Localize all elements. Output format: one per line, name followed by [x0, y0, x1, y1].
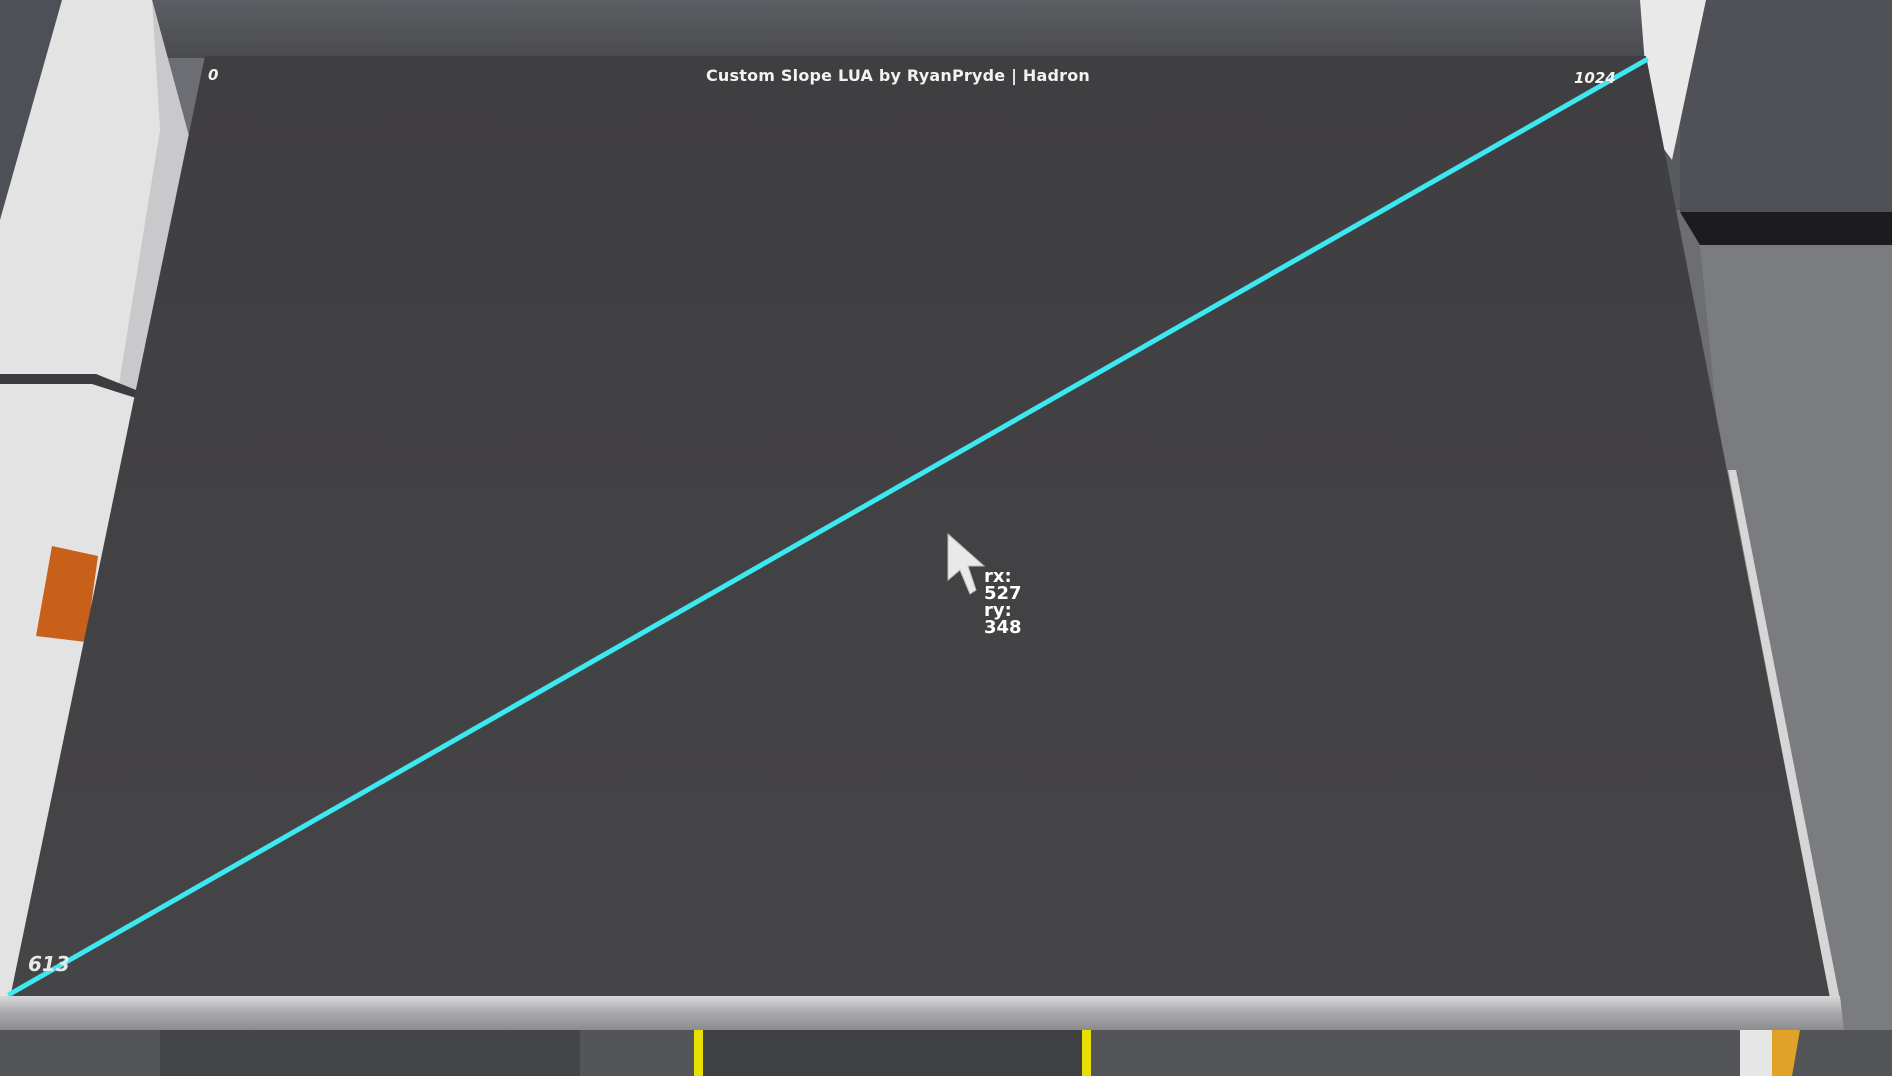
- screen-panel: [10, 56, 1830, 998]
- lower-floor-slot: [160, 1030, 580, 1076]
- corner-label-top-right: 1024: [1574, 69, 1616, 87]
- yellow-marker-left: [694, 1030, 703, 1076]
- right-wall-shadow: [1680, 212, 1892, 245]
- screen-title: Custom Slope LUA by RyanPryde | Hadron: [705, 66, 1090, 85]
- screen-bottom-frame: [0, 996, 1844, 1030]
- bottom-right-white-block: [1740, 1030, 1772, 1076]
- lower-floor-slot: [700, 1030, 1090, 1076]
- right-wall-block: [1680, 0, 1892, 212]
- rx-readout: rx: 527: [984, 566, 1022, 604]
- background-top-band: [150, 0, 1650, 58]
- yellow-marker-right: [1082, 1030, 1091, 1076]
- ry-readout: ry: 348: [984, 600, 1022, 638]
- game-viewport: Custom Slope LUA by RyanPryde | Hadron 0…: [0, 0, 1892, 1076]
- corner-label-bottom-left: 613: [28, 952, 70, 976]
- scene-backdrop: [0, 0, 1892, 1076]
- corner-label-top-left: 0: [208, 66, 219, 84]
- coordinate-readout: rx: 527 ry: 348: [984, 566, 1022, 638]
